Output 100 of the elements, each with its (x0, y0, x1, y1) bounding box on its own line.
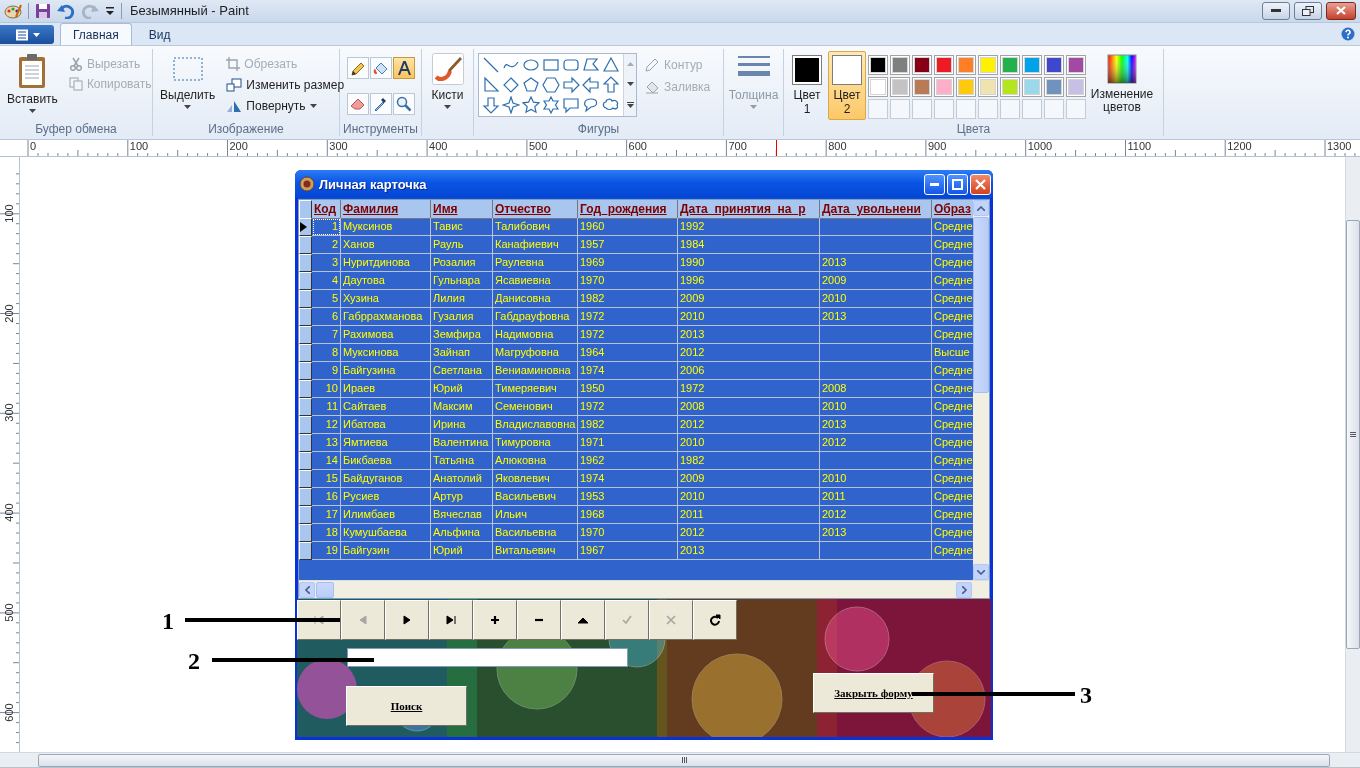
diamond-icon[interactable] (502, 76, 520, 94)
close-form-button[interactable]: Закрыть форму (813, 673, 934, 713)
file-menu-button[interactable] (0, 25, 54, 44)
four-point-star-icon[interactable] (502, 96, 520, 114)
horizontal-scrollbar[interactable] (299, 580, 989, 598)
edit-colors-button[interactable]: Изменение цветов (1088, 51, 1156, 120)
column-header[interactable]: Фамилия (341, 200, 431, 219)
row-indicator[interactable] (299, 236, 312, 254)
row-indicator[interactable] (299, 326, 312, 344)
row-indicator[interactable] (299, 506, 312, 524)
right-arrow-icon[interactable] (562, 76, 580, 94)
pentagon-icon[interactable] (522, 76, 540, 94)
column-header[interactable]: Код (312, 200, 341, 219)
up-arrow-icon[interactable] (602, 76, 620, 94)
scroll-up-button[interactable] (973, 200, 989, 216)
row-indicator[interactable] (299, 362, 312, 380)
scroll-down-button[interactable] (973, 564, 989, 580)
scroll-left-button[interactable] (299, 581, 315, 598)
row-indicator[interactable] (299, 524, 312, 542)
empty-color-slot[interactable] (1066, 99, 1086, 119)
star-icon[interactable] (522, 96, 540, 114)
tool-button[interactable] (346, 57, 369, 79)
ribbon-tab[interactable]: Главная (60, 23, 132, 45)
row-indicator[interactable] (299, 416, 312, 434)
empty-color-slot[interactable] (956, 99, 976, 119)
column-header[interactable]: Год_рождения (578, 200, 678, 219)
tool-button[interactable] (392, 57, 415, 79)
hexagon-icon[interactable] (542, 76, 560, 94)
brushes-button[interactable]: Кисти (428, 51, 467, 134)
row-indicator[interactable] (299, 308, 312, 326)
empty-color-slot[interactable] (890, 99, 910, 119)
maximize-button[interactable] (947, 173, 968, 195)
oval-speech-bubble-icon[interactable] (582, 96, 600, 114)
close-button[interactable] (1326, 1, 1356, 20)
empty-color-slot[interactable] (934, 99, 954, 119)
scrollbar-thumb[interactable] (316, 581, 334, 598)
row-indicator[interactable] (299, 398, 312, 416)
column-header[interactable]: Образ (932, 200, 973, 219)
tool-button[interactable] (392, 92, 415, 115)
rotate-button[interactable]: Повернуть (224, 98, 347, 114)
column-header[interactable]: Имя (431, 200, 493, 219)
color-button[interactable]: Цвет 1 (788, 51, 826, 120)
column-header[interactable]: Дата_увольнени (820, 200, 932, 219)
row-indicator[interactable] (299, 272, 312, 290)
table-cell: 1982 (678, 452, 820, 470)
row-indicator[interactable] (299, 218, 312, 236)
navigator-button[interactable] (297, 600, 341, 640)
tool-button[interactable] (346, 92, 369, 115)
oval-icon[interactable] (522, 56, 540, 74)
scroll-down-icon[interactable] (626, 82, 634, 86)
row-indicator[interactable] (299, 488, 312, 506)
row-indicator[interactable] (299, 380, 312, 398)
save-icon[interactable] (35, 2, 51, 19)
speech-bubble-icon[interactable] (562, 96, 580, 114)
ribbon-tab[interactable]: Вид (135, 23, 184, 45)
right-triangle-icon[interactable] (482, 76, 500, 94)
empty-color-slot[interactable] (868, 99, 888, 119)
scroll-right-button[interactable] (956, 581, 972, 598)
row-indicator[interactable] (299, 542, 312, 560)
six-point-star-icon[interactable] (542, 96, 560, 114)
scrollbar-thumb[interactable] (1346, 220, 1360, 649)
empty-color-slot[interactable] (1022, 99, 1042, 119)
empty-color-slot[interactable] (1044, 99, 1064, 119)
row-indicator[interactable] (299, 344, 312, 362)
vertical-scrollbar[interactable] (973, 200, 989, 580)
left-arrow-icon[interactable] (582, 76, 600, 94)
help-icon[interactable] (1341, 26, 1355, 41)
row-indicator[interactable] (299, 434, 312, 452)
row-indicator[interactable] (299, 470, 312, 488)
search-field[interactable] (347, 648, 628, 667)
empty-color-slot[interactable] (912, 99, 932, 119)
undo-icon[interactable] (57, 2, 75, 19)
paste-button[interactable]: Вставить (4, 51, 61, 120)
rounded-rectangle-icon[interactable] (562, 56, 580, 74)
column-header[interactable]: Отчество (493, 200, 578, 219)
line-icon[interactable] (482, 56, 500, 74)
restore-button[interactable] (1294, 1, 1322, 20)
row-indicator[interactable] (299, 254, 312, 272)
table-cell: Байдуганов (341, 470, 431, 488)
color-button[interactable]: Цвет 2 (828, 51, 866, 120)
vertical-scrollbar[interactable] (1345, 157, 1360, 752)
minimize-button[interactable] (1262, 1, 1290, 20)
empty-color-slot[interactable] (978, 99, 998, 119)
expand-icon[interactable] (626, 102, 634, 108)
row-indicator[interactable] (299, 290, 312, 308)
scrollbar-thumb[interactable] (973, 217, 989, 393)
navigator-button[interactable] (693, 600, 737, 640)
dropdown-icon[interactable] (105, 5, 115, 16)
select-button[interactable]: Выделить (157, 51, 219, 120)
data-grid[interactable] (298, 199, 990, 599)
table-cell: Вячеслав (431, 506, 493, 524)
down-arrow-icon[interactable] (482, 96, 500, 114)
tool-button[interactable] (369, 92, 392, 115)
triangle-icon[interactable] (602, 56, 620, 74)
search-button[interactable]: Поиск (346, 686, 467, 726)
column-header[interactable]: Дата_принятия_на_р (678, 200, 820, 219)
polygon-icon[interactable] (582, 56, 600, 74)
row-indicator[interactable] (299, 452, 312, 470)
resize-button[interactable]: Изменить размер (224, 77, 347, 93)
empty-color-slot[interactable] (1000, 99, 1020, 119)
